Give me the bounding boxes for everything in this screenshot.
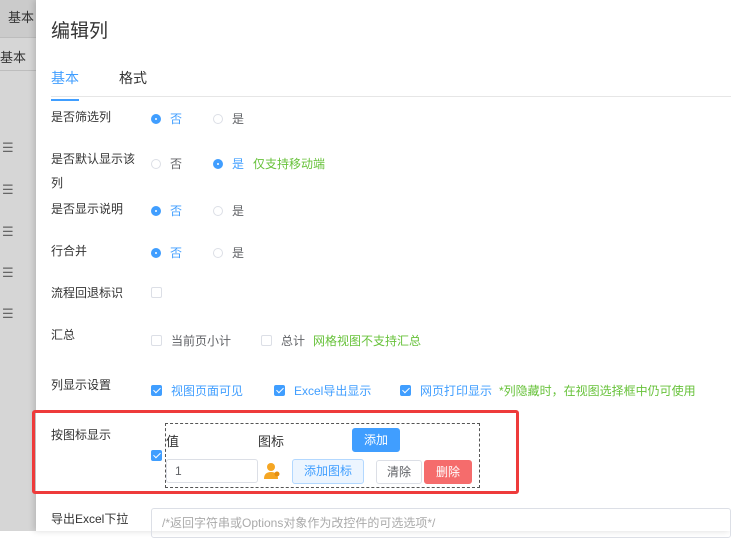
show-description-no-radio[interactable]: 否 (151, 202, 182, 219)
divider (0, 37, 36, 38)
divider (0, 70, 36, 71)
add-icon-button[interactable]: 添加图标 (292, 459, 364, 484)
default-show-label-cont: 列 (51, 176, 64, 190)
background-row-label: 基本 (0, 50, 27, 65)
checkbox-box (151, 287, 162, 298)
edit-column-dialog: 编辑列 基本 格式 是否筛选列 否 是 是否默认显示该 列 否 是 仅支持移动端… (32, 0, 731, 538)
web-print-checkbox[interactable]: 网页打印显示 (400, 382, 492, 399)
excel-dropdown-label: 导出Excel下拉 (51, 512, 129, 526)
icon-display-label: 按图标显示 (51, 428, 112, 442)
delete-button[interactable]: 删除 (424, 460, 472, 484)
default-show-label: 是否默认显示该 (51, 152, 136, 166)
grand-total-checkbox[interactable]: 总计 (261, 332, 305, 349)
radio-dot (151, 158, 161, 169)
clear-button[interactable]: 清除 (376, 460, 422, 484)
filter-column-label: 是否筛选列 (51, 110, 112, 124)
radio-dot (151, 205, 161, 216)
settings-sliders-icon: ☰ (2, 140, 14, 155)
radio-dot (151, 247, 161, 258)
settings-sliders-icon: ☰ (2, 224, 14, 239)
radio-dot (213, 247, 223, 258)
grid-summary-note: 网格视图不支持汇总 (313, 334, 422, 348)
show-description-yes-radio[interactable]: 是 (213, 202, 244, 219)
dialog-title: 编辑列 (51, 21, 109, 42)
add-row-button[interactable]: 添加 (352, 428, 400, 452)
default-show-no-radio[interactable]: 否 (151, 155, 182, 172)
settings-sliders-icon: ☰ (2, 306, 14, 321)
radio-dot (213, 205, 223, 216)
checkbox-box (261, 335, 272, 346)
column-display-label: 列显示设置 (51, 378, 112, 392)
summary-label: 汇总 (51, 328, 76, 342)
filter-column-yes-radio[interactable]: 是 (213, 110, 244, 127)
filter-column-no-radio[interactable]: 否 (151, 110, 182, 127)
checkbox-box (400, 385, 411, 396)
flow-rollback-checkbox[interactable] (151, 287, 171, 298)
row-merge-label: 行合并 (51, 244, 88, 258)
row-merge-yes-radio[interactable]: 是 (213, 244, 244, 261)
flow-rollback-label: 流程回退标识 (51, 286, 124, 300)
icon-column-header: 图标 (258, 434, 285, 449)
radio-dot (213, 158, 223, 169)
excel-dropdown-script-input[interactable]: /*返回字符串或Options对象作为改控件的可选选项*/ (151, 508, 731, 538)
tab-format[interactable]: 格式 (119, 68, 147, 88)
radio-dot (213, 113, 223, 124)
checkbox-box (274, 385, 285, 396)
background-page: 基本 基本 ☰ ☰ ☰ ☰ ☰ (0, 0, 36, 531)
default-show-yes-radio[interactable]: 是 (213, 155, 244, 172)
checkbox-box (151, 450, 162, 461)
checkbox-box (151, 385, 162, 396)
radio-dot (151, 113, 161, 124)
background-tab-label: 基本 (8, 10, 35, 25)
hidden-column-note: *列隐藏时，在视图选择框中仍可使用 (499, 384, 696, 398)
value-input[interactable] (166, 459, 258, 483)
checkbox-box (151, 335, 162, 346)
show-description-label: 是否显示说明 (51, 202, 124, 216)
page-subtotal-checkbox[interactable]: 当前页小计 (151, 332, 231, 349)
tab-basic[interactable]: 基本 (51, 68, 79, 101)
user-icon (264, 463, 280, 479)
settings-sliders-icon: ☰ (2, 182, 14, 197)
mobile-only-note: 仅支持移动端 (253, 157, 326, 171)
settings-sliders-icon: ☰ (2, 265, 14, 280)
view-visible-checkbox[interactable]: 视图页面可见 (151, 382, 243, 399)
value-column-header: 值 (166, 434, 180, 449)
row-merge-no-radio[interactable]: 否 (151, 244, 182, 261)
excel-export-checkbox[interactable]: Excel导出显示 (274, 382, 371, 399)
tab-bar: 基本 格式 (51, 66, 731, 101)
